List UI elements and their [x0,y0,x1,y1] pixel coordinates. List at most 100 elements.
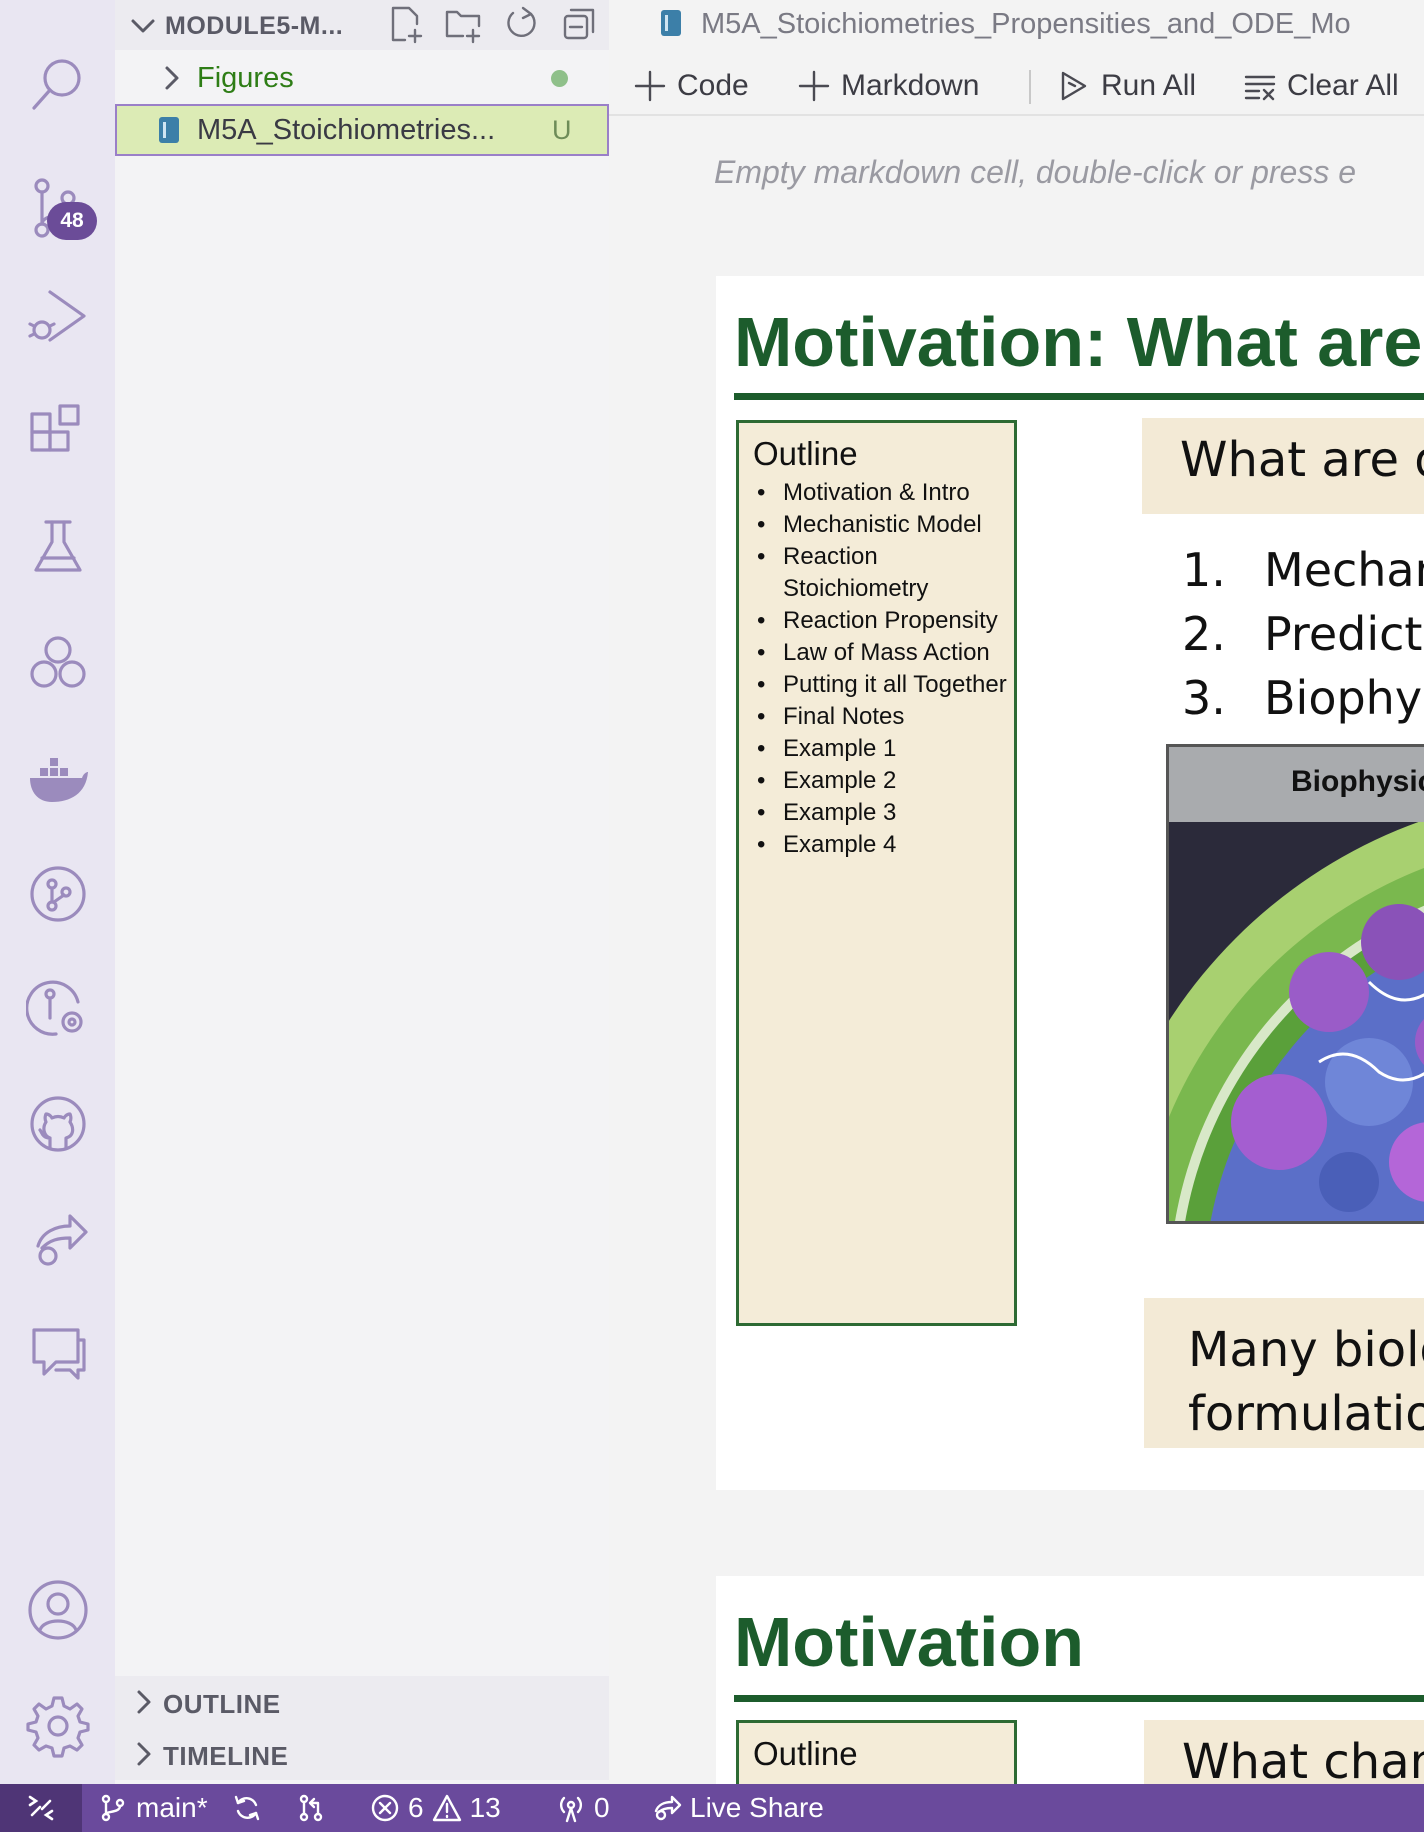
status-bar: main* 6 13 0 Live Share [0,1784,1424,1832]
explorer-header[interactable]: MODULE5-M... [115,0,609,50]
refresh-icon[interactable] [501,4,541,49]
tree-folder-figures[interactable]: Figures [115,52,609,104]
branch-status[interactable]: main* [98,1784,208,1832]
search-icon[interactable] [22,48,94,120]
outline-item: Mechanistic Model [753,509,1009,541]
question-box: What changes in [1144,1720,1424,1784]
run-all-icon [1061,71,1087,101]
figure-header: Biophysical Sys [1166,744,1424,822]
chevron-right-icon[interactable] [157,64,185,97]
notebook-icon [661,10,681,36]
add-code-cell-button[interactable]: Code [633,64,749,108]
numbered-item: 2. Predictive po [1182,602,1424,666]
comments-icon[interactable] [22,1316,94,1388]
plus-icon [634,70,666,102]
outline-item: Reaction Stoichiometry [753,541,1009,605]
outline-item: Example 1 [753,733,1009,765]
live-share-icon [654,1795,682,1821]
outline-item: Motivation & Intro [753,477,1009,509]
pull-request-button[interactable] [296,1784,326,1832]
run-all-label: Run All [1101,69,1197,102]
remote-explorer-icon[interactable] [22,628,94,700]
outline-item: Example 4 [753,829,1009,861]
add-markdown-label: Markdown [841,69,980,102]
add-markdown-cell-button[interactable]: Markdown [797,64,979,108]
testing-icon[interactable] [22,510,94,582]
editor-tab[interactable]: M5A_Stoichiometries_Propensities_and_ODE… [609,0,1424,48]
ports-count: 0 [594,1792,610,1823]
extensions-icon[interactable] [22,396,94,468]
summary-text: Many biological formulations of [1188,1318,1424,1446]
numbered-list: 1. Mechanistic 2. Predictive po 3. Biophysi… [1182,538,1424,730]
item-text: Mechanistic [1264,543,1424,597]
slide-title: Motivation [734,1603,1084,1681]
outline-section[interactable]: OUTLINE [115,1676,609,1728]
docker-icon[interactable] [22,744,94,816]
biophysical-figure: Biophysical Sys [1166,744,1424,1224]
broadcast-icon [559,1796,583,1823]
workspace-title: MODULE5-M... [165,12,344,40]
git-graph-icon[interactable] [22,858,94,930]
clear-all-icon [1244,75,1276,101]
branch-icon [101,1794,125,1822]
tab-title: M5A_Stoichiometries_Propensities_and_ODE… [701,8,1351,40]
chevron-down-icon[interactable] [129,12,157,45]
problems-status[interactable]: 6 13 [370,1784,501,1832]
summary-line: formulations of [1188,1386,1424,1442]
slide-image-motivation-dynamics: Motivation: What are Outline Motivation … [716,276,1424,1490]
slide-title: Motivation: What are [734,303,1423,381]
item-text: Biophysical b [1264,671,1424,725]
item-number: 3. [1182,671,1226,725]
figure-header-text: Biophysical Sys [1291,765,1424,798]
new-file-icon[interactable] [385,4,425,49]
notebook-editor: M5A_Stoichiometries_Propensities_and_ODE… [609,0,1424,1784]
empty-markdown-cell[interactable]: Empty markdown cell, double-click or pre… [714,154,1356,191]
new-folder-icon[interactable] [443,4,483,49]
notebook-icon [159,117,179,143]
question-text: What are dynam [1180,432,1424,488]
scm-badge: 48 [47,202,97,240]
item-number: 1. [1182,543,1226,597]
outline-box: Outline [736,1720,1017,1784]
outline-section-label: OUTLINE [163,1689,281,1719]
outline-list: Motivation & Intro Mechanistic Model Rea… [753,477,1009,861]
outline-item: Reaction Propensity [753,605,1009,637]
live-share-button[interactable]: Live Share [652,1784,824,1832]
github-icon[interactable] [22,1088,94,1160]
tree-folder-label: Figures [197,61,294,94]
run-all-button[interactable]: Run All [1057,64,1196,108]
pull-request-icon [299,1794,323,1822]
gitlens-icon[interactable] [22,972,94,1044]
cell-illustration-image [1166,822,1424,1224]
warning-count: 13 [469,1792,501,1823]
question-text: What changes in [1182,1734,1424,1784]
error-icon [371,1794,399,1822]
settings-gear-icon[interactable] [22,1690,94,1762]
sync-button[interactable] [232,1784,262,1832]
outline-title: Outline [753,1735,858,1772]
account-icon[interactable] [22,1574,94,1646]
summary-line: Many biological [1188,1322,1424,1378]
run-debug-icon[interactable] [22,280,94,352]
plus-icon [798,70,830,102]
warning-icon [432,1794,461,1822]
ports-status[interactable]: 0 [556,1784,610,1832]
sync-icon [234,1795,260,1821]
remote-indicator-button[interactable] [0,1784,82,1832]
explorer-sidebar: MODULE5-M... Figures M5A_Stoichiometries… [115,0,609,1784]
tree-file-notebook[interactable]: M5A_Stoichiometries... U [115,104,609,156]
collapse-all-icon[interactable] [559,4,599,49]
error-count: 6 [408,1792,424,1823]
outline-item: Example 2 [753,765,1009,797]
tree-file-label: M5A_Stoichiometries... [197,113,496,146]
outline-item: Law of Mass Action [753,637,1009,669]
timeline-section[interactable]: TIMELINE [115,1728,609,1780]
live-share-icon[interactable] [22,1204,94,1276]
explorer-actions [385,4,599,49]
live-share-label: Live Share [690,1792,824,1823]
timeline-section-label: TIMELINE [163,1741,289,1771]
title-rule [734,393,1424,400]
clear-all-outputs-button[interactable]: Clear All [1243,64,1399,108]
toolbar-divider [1029,70,1031,104]
chevron-right-icon [129,1688,157,1721]
